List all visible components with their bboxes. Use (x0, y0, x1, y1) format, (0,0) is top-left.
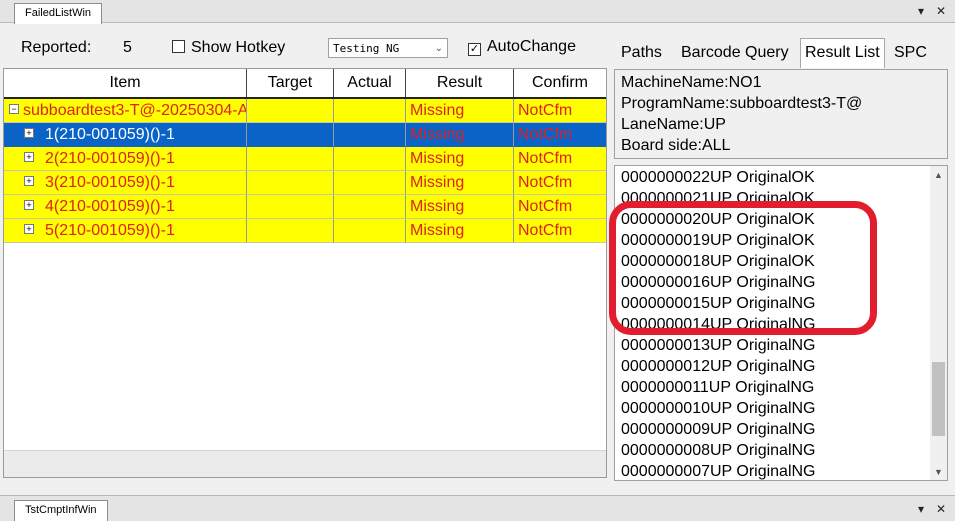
table-row[interactable]: +5(210-001059)()-1 Missing NotCfm (4, 219, 606, 243)
show-hotkey-check-icon[interactable] (172, 40, 185, 53)
item-label: 5(210-001059)()-1 (45, 222, 175, 239)
machine-info-box: MachineName:NO1 ProgramName:subboardtest… (614, 69, 948, 159)
tstcmptinf-window-tab[interactable]: TstCmptInfWin (14, 500, 108, 521)
cell-result: Missing (406, 99, 514, 123)
cell-actual (334, 171, 406, 195)
top-window-tabstrip: FailedListWin ▾ ✕ (0, 0, 955, 24)
lane-name-line: LaneName:UP (621, 116, 726, 133)
tab-result-list[interactable]: Result List (800, 38, 885, 68)
vertical-scrollbar[interactable]: ▲ ▼ (930, 166, 947, 480)
column-header-item[interactable]: Item (4, 69, 247, 97)
table-row[interactable]: +1(210-001059)()-1 Missing NotCfm (4, 123, 606, 147)
cell-result: Missing (406, 195, 514, 219)
cell-confirm: NotCfm (514, 147, 606, 171)
scrollbar-thumb[interactable] (932, 362, 945, 436)
cell-target (247, 195, 334, 219)
program-name-line: ProgramName:subboardtest3-T@ (621, 95, 863, 112)
cell-result: Missing (406, 171, 514, 195)
failed-items-grid: Item Target Actual Result Confirm − subbo… (3, 68, 607, 478)
cell-result: Missing (406, 123, 514, 147)
autochange-checkbox[interactable]: ✓ AutoChange (468, 38, 576, 56)
cell-item: +4(210-001059)()-1 (4, 195, 247, 219)
bottom-window-tabstrip: TstCmptInfWin ▾ ✕ (0, 495, 955, 521)
cell-confirm: NotCfm (514, 219, 606, 243)
table-row[interactable]: +4(210-001059)()-1 Missing NotCfm (4, 195, 606, 219)
cell-actual (334, 147, 406, 171)
column-header-actual[interactable]: Actual (334, 69, 406, 97)
cell-target (247, 99, 334, 123)
list-item[interactable]: 0000000007UP OriginalNG (621, 461, 816, 480)
list-item[interactable]: 0000000008UP OriginalNG (621, 440, 816, 461)
list-item[interactable]: 0000000010UP OriginalNG (621, 398, 816, 419)
expand-icon[interactable]: + (24, 224, 34, 234)
show-hotkey-checkbox[interactable]: Show Hotkey (172, 39, 285, 57)
list-item[interactable]: 0000000012UP OriginalNG (621, 356, 816, 377)
close-icon[interactable]: ✕ (936, 4, 946, 18)
cell-item: +1(210-001059)()-1 (4, 123, 247, 147)
reported-count: 5 (123, 39, 132, 56)
scroll-up-icon[interactable]: ▲ (930, 170, 947, 180)
tab-paths[interactable]: Paths (617, 40, 666, 66)
cell-item: − subboardtest3-T@-20250304-A-1 (4, 99, 247, 123)
tab-barcode-query[interactable]: Barcode Query (677, 40, 793, 66)
expand-icon[interactable]: + (24, 176, 34, 186)
column-header-result[interactable]: Result (406, 69, 514, 97)
failedlist-window-tab[interactable]: FailedListWin (14, 3, 103, 24)
list-item[interactable]: 0000000013UP OriginalNG (621, 335, 816, 356)
window-menu-icon[interactable]: ▾ (918, 502, 924, 516)
board-side-line: Board side:ALL (621, 137, 731, 154)
item-label: 4(210-001059)()-1 (45, 198, 175, 215)
column-header-confirm[interactable]: Confirm (514, 69, 606, 97)
table-row[interactable]: +3(210-001059)()-1 Missing NotCfm (4, 171, 606, 195)
cell-actual (334, 219, 406, 243)
autochange-label: AutoChange (487, 38, 576, 55)
item-label: 1(210-001059)()-1 (45, 126, 175, 143)
item-label: 2(210-001059)()-1 (45, 150, 175, 167)
cell-actual (334, 195, 406, 219)
highlight-annotation (609, 201, 877, 335)
mode-select-value: Testing NG (333, 42, 400, 55)
item-label: 3(210-001059)()-1 (45, 174, 175, 191)
cell-result: Missing (406, 147, 514, 171)
list-item[interactable]: 0000000022UP OriginalOK (621, 167, 815, 188)
cell-confirm: NotCfm (514, 99, 606, 123)
horizontal-scrollbar[interactable] (4, 450, 606, 477)
close-icon[interactable]: ✕ (936, 502, 946, 516)
mode-select[interactable]: Testing NG ⌄ (328, 38, 448, 58)
show-hotkey-label: Show Hotkey (191, 39, 286, 56)
tab-spc[interactable]: SPC (890, 40, 931, 66)
machine-name-line: MachineName:NO1 (621, 74, 762, 91)
cell-item: +3(210-001059)()-1 (4, 171, 247, 195)
cell-actual (334, 123, 406, 147)
expand-icon[interactable]: + (24, 128, 34, 138)
collapse-icon[interactable]: − (9, 104, 19, 114)
cell-item: +2(210-001059)()-1 (4, 147, 247, 171)
table-row[interactable]: +2(210-001059)()-1 Missing NotCfm (4, 147, 606, 171)
cell-target (247, 123, 334, 147)
list-item[interactable]: 0000000011UP OriginalNG (621, 377, 814, 398)
item-label: subboardtest3-T@-20250304-A-1 (23, 102, 247, 119)
column-header-target[interactable]: Target (247, 69, 334, 97)
cell-confirm: NotCfm (514, 123, 606, 147)
chevron-down-icon[interactable]: ⌄ (435, 39, 443, 59)
window-menu-icon[interactable]: ▾ (918, 4, 924, 18)
table-row[interactable]: − subboardtest3-T@-20250304-A-1 Missing Not… (4, 99, 606, 123)
cell-target (247, 147, 334, 171)
cell-confirm: NotCfm (514, 171, 606, 195)
cell-item: +5(210-001059)()-1 (4, 219, 247, 243)
autochange-check-icon[interactable]: ✓ (468, 43, 481, 56)
expand-icon[interactable]: + (24, 200, 34, 210)
expand-icon[interactable]: + (24, 152, 34, 162)
cell-result: Missing (406, 219, 514, 243)
cell-actual (334, 99, 406, 123)
reported-label: Reported: (21, 39, 92, 56)
grid-header: Item Target Actual Result Confirm (4, 69, 606, 99)
cell-target (247, 219, 334, 243)
cell-confirm: NotCfm (514, 195, 606, 219)
list-item[interactable]: 0000000009UP OriginalNG (621, 419, 816, 440)
cell-target (247, 171, 334, 195)
scroll-down-icon[interactable]: ▼ (930, 467, 947, 477)
